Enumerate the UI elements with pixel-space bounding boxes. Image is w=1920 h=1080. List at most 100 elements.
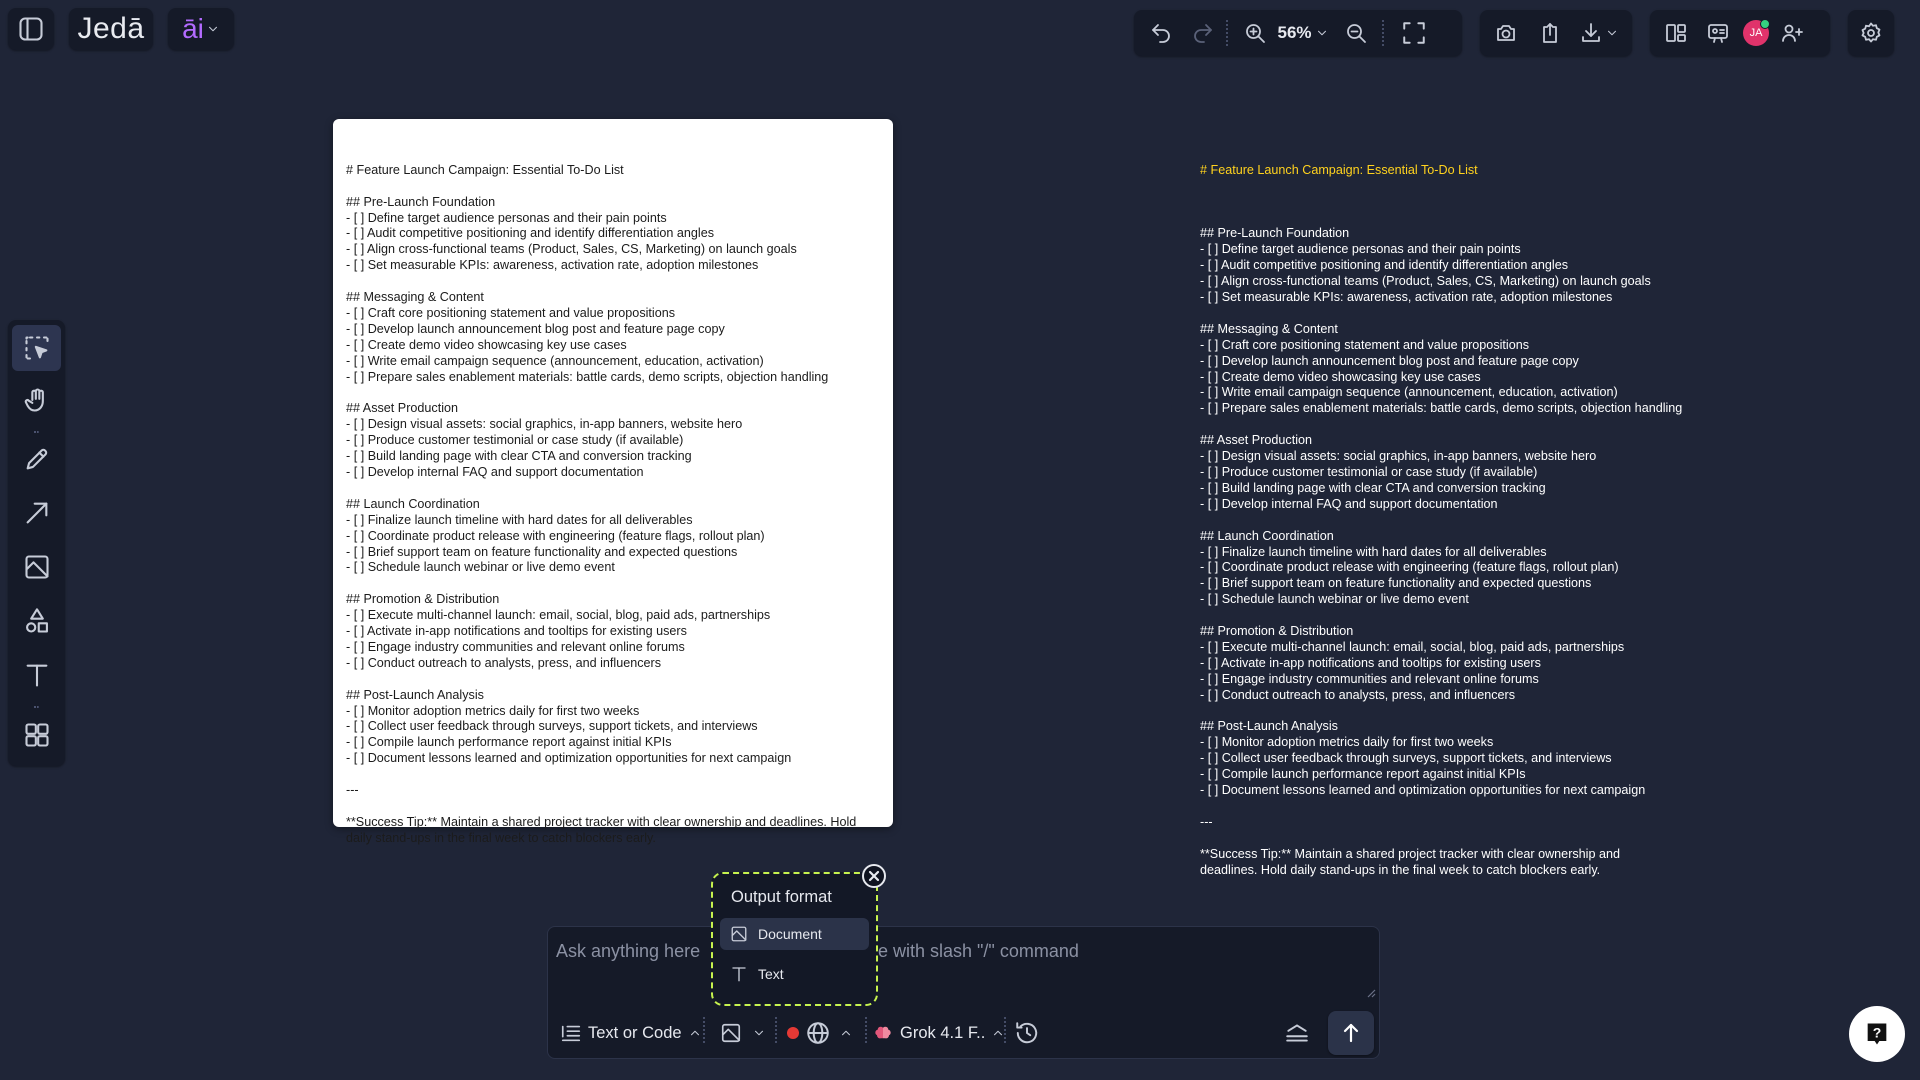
text-output-line: ## Pre-Launch Foundation [1200,226,1350,241]
text-output-line: - [ ] Schedule launch webinar or live de… [1200,592,1469,607]
text-output-line: ## Messaging & Content [1200,321,1338,336]
undo-icon [1152,24,1170,43]
text-output-line: - [ ] Monitor adoption metrics daily for… [1200,735,1494,750]
pencil-tool[interactable] [12,436,61,482]
select-tool[interactable] [12,325,61,371]
close-popup-button[interactable] [862,864,886,888]
hand-tool[interactable] [12,377,61,423]
globe-icon [807,1022,829,1044]
text-output-line: --- [1200,814,1213,829]
document-content: # Feature Launch Campaign: Essential To-… [346,163,880,847]
output-format-button[interactable] [720,1018,766,1048]
text-lines-icon [561,1025,581,1042]
text-output-line: - [ ] Conduct outreach to analysts, pres… [1200,687,1516,702]
settings-button[interactable] [1848,10,1894,56]
text-output-line: - [ ] Collect user feedback through surv… [1200,751,1612,766]
help-button[interactable]: ? [1849,1006,1905,1062]
text-output-line: - [ ] Define target audience personas an… [1200,242,1521,257]
pencil-icon [26,448,47,470]
svg-text:?: ? [1873,1025,1882,1041]
shapes-tool[interactable] [12,598,61,644]
app-logo[interactable]: Jedā [69,8,153,50]
sidebar-toggle-button[interactable] [8,8,54,50]
popup-title: Output format [731,888,832,906]
arrow-tool[interactable] [12,490,61,536]
zoom-in-button[interactable] [1240,10,1270,56]
document-line: - [ ] Brief support team on feature func… [346,544,738,559]
document-card[interactable]: # Feature Launch Campaign: Essential To-… [333,119,893,845]
text-output-line: ## Launch Coordination [1200,528,1334,543]
model-selector[interactable]: Grok 4.1 F.. [874,1018,1005,1048]
document-line: - [ ] Collect user feedback through surv… [346,719,758,734]
text-output-line: ## Promotion & Distribution [1200,624,1354,639]
document-line: - [ ] Execute multi-channel launch: emai… [346,608,771,623]
text-output-line: - [ ] Write email campaign sequence (ann… [1200,385,1618,400]
close-icon [868,870,880,882]
option-text[interactable]: Text [720,958,869,990]
send-button[interactable] [1328,1011,1374,1055]
avatar: JA [1743,19,1770,46]
history-button[interactable] [1014,1018,1040,1048]
text-output-line: - [ ] Build landing page with clear CTA … [1200,480,1546,495]
redo-button[interactable] [1188,10,1218,56]
fit-screen-button[interactable] [1394,10,1434,56]
document-line: - [ ] Engage industry communities and re… [346,639,685,654]
text-output-line: - [ ] Execute multi-channel launch: emai… [1200,639,1625,654]
text-output-line: - [ ] Compile launch performance report … [1200,767,1526,782]
text-output-line: - [ ] Engage industry communities and re… [1200,671,1539,686]
mode-selector[interactable]: Text or Code [560,1018,702,1048]
stack-button[interactable] [1284,1018,1310,1048]
model-label: Grok 4.1 F.. [900,1023,986,1042]
document-line: - [ ] Document lessons learned and optim… [346,751,792,766]
image-frame-icon [731,926,747,942]
option-document[interactable]: Document [720,918,869,950]
components-tool[interactable] [12,712,61,758]
stack-icon [1286,1024,1308,1042]
document-line: ## Promotion & Distribution [346,592,500,607]
image-tool[interactable] [12,544,61,590]
text-output-line: - [ ] Design visual assets: social graph… [1200,449,1597,464]
mode-label: Text or Code [588,1023,682,1042]
resize-handle-icon[interactable] [1366,988,1376,998]
document-line: ## Pre-Launch Foundation [346,194,496,209]
text-output-line [1200,306,1760,322]
zoom-out-button[interactable] [1336,10,1376,56]
document-line: - [ ] Audit competitive positioning and … [346,226,715,241]
document-line: - [ ] Coordinate product release with en… [346,528,765,543]
document-line: ## Post-Launch Analysis [346,687,484,702]
document-line: - [ ] Build landing page with clear CTA … [346,449,692,464]
zoom-level-dropdown[interactable]: 56% [1270,10,1336,56]
chevron-down-icon [754,1030,764,1036]
user-avatar-button[interactable]: JA [1738,10,1774,56]
web-search-toggle[interactable] [787,1018,853,1048]
chevron-up-icon [841,1030,851,1036]
add-user-button[interactable] [1774,10,1810,56]
zoom-in-icon [1246,24,1265,43]
bottom-divider [865,1017,867,1043]
text-output-line: - [ ] Brief support team on feature func… [1200,576,1592,591]
text-tool[interactable] [12,652,61,698]
screenshot-button[interactable] [1484,10,1528,56]
document-line: - [ ] Compile launch performance report … [346,735,672,750]
undo-button[interactable] [1134,10,1188,56]
text-output-line: - [ ] Craft core positioning statement a… [1200,337,1530,352]
record-dot [787,1027,799,1039]
text-output-line [1200,799,1760,815]
document-line: - [ ] Create demo video showcasing key u… [346,337,627,352]
download-button[interactable] [1572,10,1626,56]
help-icon: ? [1867,1023,1887,1045]
layout-button[interactable] [1654,10,1698,56]
text-output-line: ## Post-Launch Analysis [1200,719,1338,734]
present-button[interactable] [1698,10,1738,56]
logo-text: Jedā [77,12,145,45]
redo-icon [1194,24,1212,43]
share-button[interactable] [1528,10,1572,56]
ai-menu-button[interactable]: āi [168,8,234,50]
zoom-level: 56% [1277,23,1312,42]
text-output[interactable]: # Feature Launch Campaign: Essential To-… [1200,119,1760,877]
